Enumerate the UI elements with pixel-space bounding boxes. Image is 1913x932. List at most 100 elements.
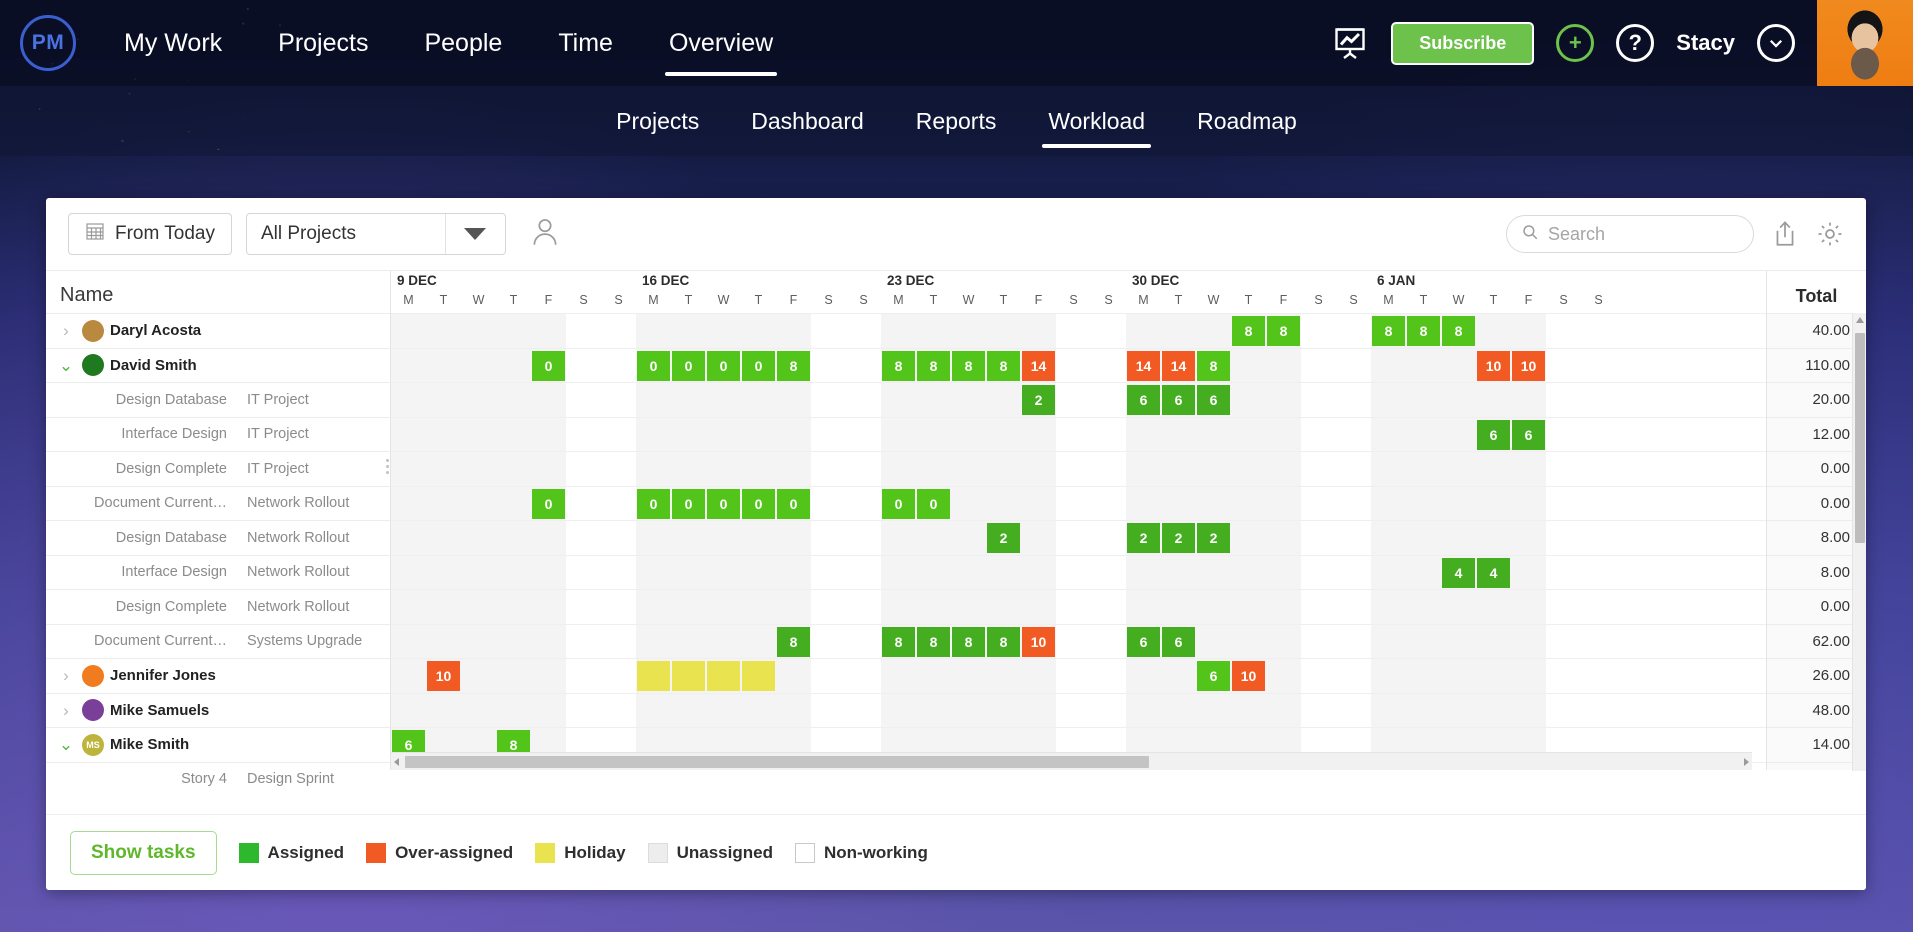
person-filter-icon[interactable] <box>528 215 562 254</box>
working-day-cell[interactable] <box>1126 555 1161 590</box>
working-day-cell[interactable] <box>881 555 916 590</box>
working-day-cell[interactable] <box>1161 486 1196 521</box>
working-day-cell[interactable] <box>1511 659 1546 694</box>
workload-bar-assigned[interactable]: 0 <box>637 350 670 381</box>
working-day-cell[interactable] <box>461 486 496 521</box>
working-day-cell[interactable] <box>1126 486 1161 521</box>
non-working-day-cell[interactable] <box>1336 452 1371 487</box>
working-day-cell[interactable] <box>706 521 741 556</box>
working-day-cell[interactable] <box>1196 555 1231 590</box>
non-working-day-cell[interactable] <box>1091 418 1126 453</box>
working-day-cell[interactable] <box>1021 417 1056 452</box>
working-day-cell[interactable] <box>461 452 496 487</box>
working-day-cell[interactable] <box>391 590 426 625</box>
working-day-cell[interactable] <box>1161 452 1196 487</box>
non-working-day-cell[interactable] <box>846 452 881 487</box>
working-day-cell[interactable] <box>1126 452 1161 487</box>
search-input[interactable] <box>1548 223 1739 245</box>
tab-projects[interactable]: Projects <box>590 86 725 156</box>
non-working-day-cell[interactable] <box>1336 694 1371 729</box>
working-day-cell[interactable] <box>1161 555 1196 590</box>
workload-bar-over[interactable]: 14 <box>1022 350 1055 381</box>
working-day-cell[interactable] <box>951 555 986 590</box>
chevron-right-icon[interactable]: › <box>56 667 76 684</box>
nav-link-time[interactable]: Time <box>530 0 641 86</box>
vertical-scrollbar[interactable] <box>1852 313 1866 771</box>
working-day-cell[interactable] <box>881 314 916 349</box>
non-working-day-cell[interactable] <box>1091 625 1126 660</box>
working-day-cell[interactable] <box>1511 314 1546 349</box>
working-day-cell[interactable] <box>1161 417 1196 452</box>
working-day-cell[interactable] <box>1126 659 1161 694</box>
working-day-cell[interactable] <box>916 417 951 452</box>
working-day-cell[interactable] <box>1231 555 1266 590</box>
non-working-day-cell[interactable] <box>1581 487 1616 522</box>
working-day-cell[interactable] <box>496 314 531 349</box>
non-working-day-cell[interactable] <box>601 487 636 522</box>
working-day-cell[interactable] <box>671 555 706 590</box>
non-working-day-cell[interactable] <box>811 383 846 418</box>
non-working-day-cell[interactable] <box>566 487 601 522</box>
timeline-area[interactable]: 9 DEC M T W T F S S 16 DEC M T W T F S S 23 DEC M T W T F S S 30… <box>391 271 1766 770</box>
working-day-cell[interactable] <box>916 383 951 418</box>
non-working-day-cell[interactable] <box>601 556 636 591</box>
workload-bar-assigned[interactable]: 8 <box>1407 316 1440 346</box>
chevron-down-circle-icon[interactable] <box>1757 24 1795 62</box>
non-working-day-cell[interactable] <box>601 349 636 384</box>
working-day-cell[interactable] <box>461 383 496 418</box>
working-day-cell[interactable] <box>1196 624 1231 659</box>
working-day-cell[interactable] <box>881 417 916 452</box>
non-working-day-cell[interactable] <box>601 383 636 418</box>
working-day-cell[interactable] <box>1441 452 1476 487</box>
person-row[interactable]: › Daryl Acosta <box>46 313 390 348</box>
working-day-cell[interactable] <box>1021 555 1056 590</box>
non-working-day-cell[interactable] <box>1301 659 1336 694</box>
workload-bar-assigned[interactable]: 8 <box>1372 316 1405 346</box>
non-working-day-cell[interactable] <box>1546 625 1581 660</box>
non-working-day-cell[interactable] <box>846 556 881 591</box>
nav-link-overview[interactable]: Overview <box>641 0 801 86</box>
working-day-cell[interactable] <box>951 659 986 694</box>
non-working-day-cell[interactable] <box>1091 590 1126 625</box>
working-day-cell[interactable] <box>916 555 951 590</box>
non-working-day-cell[interactable] <box>811 487 846 522</box>
non-working-day-cell[interactable] <box>1546 521 1581 556</box>
horizontal-scroll-thumb[interactable] <box>405 756 1149 768</box>
working-day-cell[interactable] <box>1406 452 1441 487</box>
non-working-day-cell[interactable] <box>1091 659 1126 694</box>
workload-bar-assigned[interactable]: 0 <box>777 488 810 519</box>
working-day-cell[interactable] <box>1266 590 1301 625</box>
working-day-cell[interactable] <box>531 452 566 487</box>
non-working-day-cell[interactable] <box>1301 521 1336 556</box>
working-day-cell[interactable] <box>1266 417 1301 452</box>
working-day-cell[interactable] <box>531 659 566 694</box>
working-day-cell[interactable] <box>1406 417 1441 452</box>
tab-workload[interactable]: Workload <box>1022 86 1171 156</box>
non-working-day-cell[interactable] <box>1581 349 1616 384</box>
horizontal-scrollbar[interactable] <box>391 752 1752 770</box>
working-day-cell[interactable] <box>1441 383 1476 418</box>
non-working-day-cell[interactable] <box>1056 625 1091 660</box>
workload-bar-assigned-task[interactable]: 6 <box>1197 385 1230 415</box>
non-working-day-cell[interactable] <box>1091 349 1126 384</box>
working-day-cell[interactable] <box>1511 693 1546 728</box>
non-working-day-cell[interactable] <box>1091 452 1126 487</box>
working-day-cell[interactable] <box>1406 659 1441 694</box>
working-day-cell[interactable] <box>461 314 496 349</box>
workload-bar-assigned[interactable]: 0 <box>742 350 775 381</box>
working-day-cell[interactable] <box>391 555 426 590</box>
working-day-cell[interactable] <box>671 624 706 659</box>
working-day-cell[interactable] <box>496 383 531 418</box>
non-working-day-cell[interactable] <box>811 452 846 487</box>
non-working-day-cell[interactable] <box>846 521 881 556</box>
workload-bar-assigned-task[interactable]: 2 <box>1022 385 1055 415</box>
working-day-cell[interactable] <box>671 314 706 349</box>
working-day-cell[interactable] <box>1371 452 1406 487</box>
non-working-day-cell[interactable] <box>1301 590 1336 625</box>
non-working-day-cell[interactable] <box>846 349 881 384</box>
working-day-cell[interactable] <box>636 693 671 728</box>
working-day-cell[interactable] <box>916 590 951 625</box>
task-row[interactable]: Interface Design IT Project <box>46 416 390 452</box>
non-working-day-cell[interactable] <box>601 452 636 487</box>
non-working-day-cell[interactable] <box>811 349 846 384</box>
